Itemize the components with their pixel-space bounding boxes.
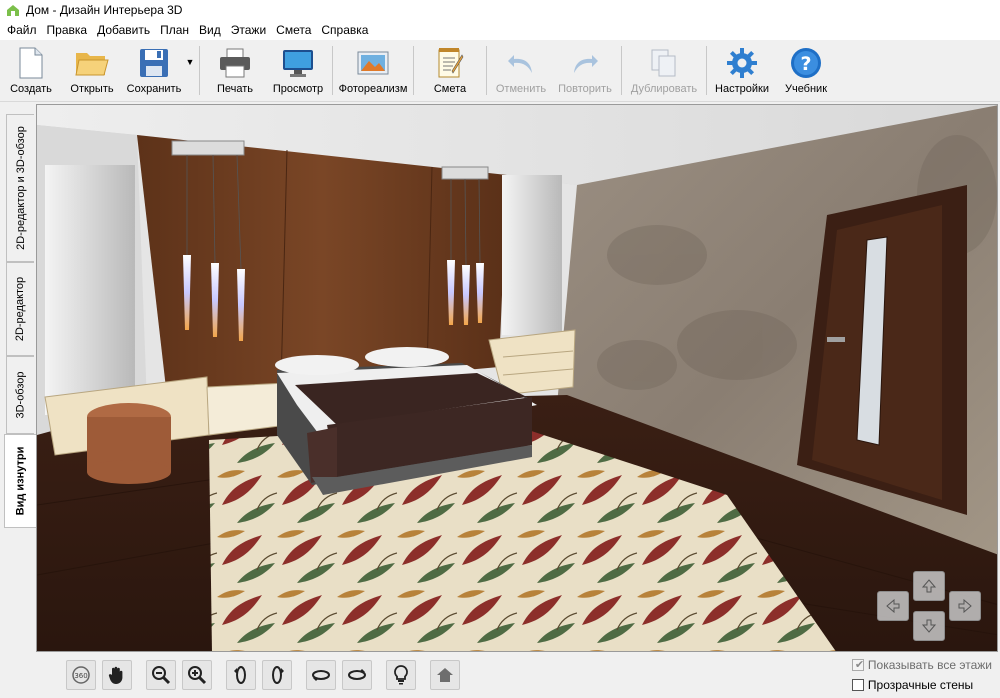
redo-button[interactable]: Повторить	[552, 40, 618, 102]
tutorial-button[interactable]: ? Учебник	[774, 40, 838, 102]
menu-add[interactable]: Добавить	[92, 20, 155, 40]
tab-inside-view[interactable]: Вид изнутри	[4, 434, 36, 528]
display-options: ✔ Показывать все этажи Прозрачные стены	[851, 652, 992, 698]
undo-icon	[508, 55, 532, 73]
view-mode-tabs: 2D-редактор и 3D-обзор 2D-редактор 3D-об…	[0, 104, 36, 652]
rotate-360-icon: 360	[72, 666, 90, 684]
floppy-disk-icon	[140, 49, 168, 77]
tilt-up-button[interactable]	[342, 660, 372, 690]
orbit-left-icon	[234, 666, 246, 684]
zoom-in-button[interactable]	[182, 660, 212, 690]
toolbar-separator	[413, 46, 414, 95]
preview-button[interactable]: Просмотр	[267, 40, 329, 102]
estimate-notepad-icon	[438, 48, 464, 78]
toolbar: Создать Открыть Сохранить ▼ Печать Просм…	[0, 40, 1000, 102]
folder-icon	[75, 53, 109, 76]
arrow-right-icon	[958, 599, 972, 613]
checkbox-box: ✔	[851, 659, 865, 671]
show-all-floors-checkbox[interactable]: ✔ Показывать все этажи	[851, 658, 992, 672]
tilt-down-button[interactable]	[306, 660, 336, 690]
zoom-out-button[interactable]	[146, 660, 176, 690]
open-button[interactable]: Открыть	[60, 40, 124, 102]
save-button[interactable]: Сохранить	[124, 40, 184, 102]
arrow-down-icon	[922, 619, 936, 633]
monitor-icon	[283, 50, 313, 77]
tilt-up-icon	[348, 669, 366, 680]
printer-icon	[220, 48, 250, 78]
estimate-button[interactable]: Смета	[417, 40, 483, 102]
3d-viewport[interactable]	[36, 104, 998, 652]
orbit-left-button[interactable]	[226, 660, 256, 690]
settings-button[interactable]: Настройки	[710, 40, 774, 102]
toolbar-separator	[199, 46, 200, 95]
arrow-left-icon	[886, 599, 900, 613]
help-question-icon: ?	[791, 48, 821, 78]
nav-right-button[interactable]	[949, 591, 981, 621]
menu-estimate[interactable]: Смета	[271, 20, 316, 40]
create-button[interactable]: Создать	[2, 40, 60, 102]
duplicate-button[interactable]: Дублировать	[625, 40, 703, 102]
menu-view[interactable]: Вид	[194, 20, 226, 40]
arrow-up-icon	[922, 579, 936, 593]
home-view-button[interactable]	[430, 660, 460, 690]
light-bulb-icon	[394, 665, 408, 685]
toolbar-separator	[706, 46, 707, 95]
toolbar-separator	[332, 46, 333, 95]
toolbar-separator	[486, 46, 487, 95]
nav-down-button[interactable]	[913, 611, 945, 641]
transparent-walls-checkbox[interactable]: Прозрачные стены	[851, 678, 992, 692]
menu-help[interactable]: Справка	[316, 20, 373, 40]
photo-render-icon	[357, 51, 389, 75]
pan-button[interactable]	[102, 660, 132, 690]
svg-text:360: 360	[74, 672, 87, 680]
duplicate-icon	[651, 49, 676, 77]
menu-file[interactable]: Файл	[2, 20, 42, 40]
home-icon	[437, 668, 453, 682]
tab-2d-editor-and-3d-view[interactable]: 2D-редактор и 3D-обзор	[6, 114, 34, 262]
photorealism-button[interactable]: Фотореализм	[336, 40, 410, 102]
redo-icon	[574, 55, 598, 73]
undo-button[interactable]: Отменить	[490, 40, 552, 102]
print-button[interactable]: Печать	[203, 40, 267, 102]
room-render	[37, 105, 997, 651]
svg-text:?: ?	[800, 53, 811, 75]
checkmark-icon: ✔	[854, 659, 865, 671]
zoom-out-icon	[152, 666, 171, 685]
nav-left-button[interactable]	[877, 591, 909, 621]
gear-icon	[727, 48, 757, 78]
nav-up-button[interactable]	[913, 571, 945, 601]
toolbar-separator	[621, 46, 622, 95]
app-icon	[7, 5, 19, 16]
new-document-icon	[19, 47, 43, 79]
orbit-right-icon	[272, 666, 284, 684]
light-button[interactable]	[386, 660, 416, 690]
tilt-down-icon	[312, 670, 330, 681]
menu-edit[interactable]: Правка	[42, 20, 93, 40]
camera-navigation-pad	[877, 571, 981, 643]
hand-pan-icon	[108, 666, 123, 684]
menu-bar: Файл Правка Добавить План Вид Этажи Смет…	[0, 20, 1000, 40]
title-bar: Дом - Дизайн Интерьера 3D	[0, 0, 1000, 20]
save-dropdown-arrow[interactable]: ▼	[184, 22, 196, 101]
tab-2d-editor[interactable]: 2D-редактор	[6, 262, 34, 356]
rotate-360-button[interactable]: 360	[66, 660, 96, 690]
menu-floors[interactable]: Этажи	[226, 20, 271, 40]
orbit-right-button[interactable]	[262, 660, 292, 690]
tab-3d-view[interactable]: 3D-обзор	[6, 356, 34, 434]
window-title: Дом - Дизайн Интерьера 3D	[26, 3, 183, 17]
zoom-in-icon	[188, 666, 207, 685]
checkbox-box	[851, 679, 864, 691]
view-controls-bar: 360 ✔ Показывать все этажи Прозрачные ст…	[36, 652, 1000, 698]
